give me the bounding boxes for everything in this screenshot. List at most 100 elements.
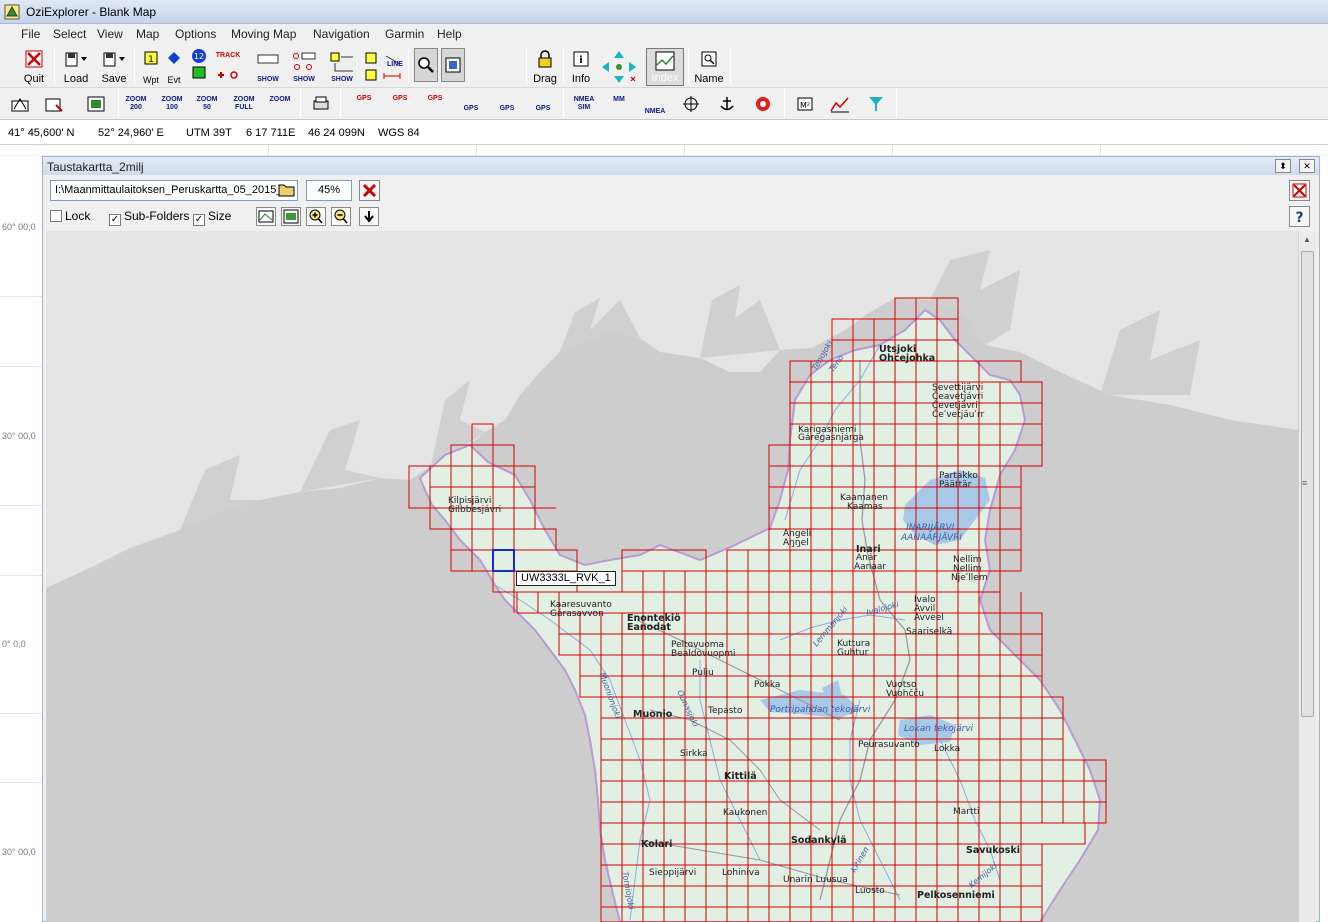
crosshair-icon[interactable] — [682, 95, 700, 113]
waypoint-icon: 1 — [144, 51, 158, 65]
place-label: Luosto — [855, 886, 885, 896]
place-label: Lohiniva — [722, 868, 760, 878]
map-image-icon[interactable] — [86, 95, 106, 113]
place-label: Avveel — [914, 613, 944, 623]
menu-bar: File Select View Map Options Moving Map … — [0, 24, 1328, 44]
utm-zone-readout: UTM 39T — [186, 127, 232, 139]
waypoint-button[interactable]: 1 Wpt — [140, 48, 162, 86]
zoom-in-tool-button[interactable] — [414, 48, 438, 82]
size-checkbox[interactable]: ✓ Size — [193, 209, 231, 226]
name-button[interactable]: Name — [692, 48, 726, 86]
secondary-toolbar: ZOOM 200 ZOOM 100 ZOOM 50 ZOOM FULL ZOOM… — [0, 88, 1328, 120]
save-button[interactable]: Save — [98, 48, 130, 86]
place-label: Savukoski — [966, 845, 1021, 856]
map-index-icon — [655, 51, 675, 71]
zoom-full-button[interactable]: ZOOM FULL — [232, 96, 256, 112]
subfolders-checkbox[interactable]: ✓ Sub-Folders — [109, 209, 189, 226]
quit-button[interactable]: Quit — [20, 48, 48, 86]
zoom-100-button[interactable]: ZOOM 100 — [160, 96, 184, 112]
track-button[interactable]: TRACK — [212, 48, 244, 86]
show-track-button[interactable]: SHOW — [254, 48, 282, 86]
gps-download-route-button[interactable]: GPS — [495, 105, 519, 113]
map-edit-icon[interactable] — [10, 95, 30, 113]
lock-checkbox[interactable]: Lock — [50, 209, 90, 223]
place-label: Gáregasnjárga — [798, 433, 864, 443]
index-zoom-in-button[interactable] — [306, 207, 326, 226]
help-icon[interactable]: ? — [1289, 206, 1310, 227]
menu-view[interactable]: View — [97, 27, 123, 41]
map-vertical-scrollbar[interactable]: ▲ ≡ — [1298, 231, 1316, 922]
map-overview-button[interactable] — [441, 48, 465, 82]
index-down-button[interactable] — [359, 207, 379, 226]
index-zoom-out-button[interactable] — [331, 207, 351, 226]
place-label: Čeʹvetjäuʹrr — [932, 410, 985, 420]
svg-text:12: 12 — [194, 52, 204, 61]
route-button[interactable]: 12 — [188, 48, 210, 86]
place-label: Pelkosenniemi — [917, 890, 995, 901]
anchor-icon[interactable] — [718, 95, 736, 113]
restore-button[interactable]: ⬍ — [1275, 159, 1291, 173]
svg-text:M²: M² — [800, 101, 810, 110]
gps-download-track-button[interactable]: GPS — [531, 105, 555, 113]
map-window-icon — [445, 57, 461, 73]
nmea-sim-button[interactable]: NMEA SIM — [571, 96, 597, 112]
place-label: Pulju — [692, 668, 714, 678]
drag-button[interactable]: Drag — [530, 48, 560, 86]
zoom-50-button[interactable]: ZOOM 50 — [195, 96, 219, 112]
folder-open-icon[interactable] — [278, 182, 296, 198]
check-icon[interactable]: ✓ — [109, 214, 121, 226]
close-window-button[interactable]: ✕ — [1299, 159, 1315, 173]
gps-upload-track-button[interactable]: GPS — [423, 95, 447, 103]
map-image-button[interactable] — [281, 207, 301, 226]
load-button[interactable]: Load — [60, 48, 92, 86]
lock-checkbox-box[interactable] — [50, 210, 62, 222]
menu-file[interactable]: File — [21, 27, 40, 41]
menu-garmin[interactable]: Garmin — [385, 27, 424, 41]
zoom-200-button[interactable]: ZOOM 200 — [124, 96, 148, 112]
lake-label: Porttipahdan tekojärvi — [770, 705, 871, 715]
map-calibrate-icon[interactable] — [44, 95, 64, 113]
lifebuoy-icon[interactable] — [754, 95, 772, 113]
line-tools-button[interactable]: LINE — [362, 48, 406, 86]
moving-map-button[interactable]: MM — [607, 96, 631, 104]
nmea-button[interactable]: NMEA — [642, 108, 668, 116]
name-search-icon — [701, 51, 717, 67]
gps-upload-button[interactable]: GPS — [352, 95, 376, 103]
menu-map[interactable]: Map — [136, 27, 159, 41]
place-label: Martti — [953, 807, 980, 817]
gps-download-button[interactable]: GPS — [459, 105, 483, 113]
grid-latitude-label: 60° 00,0 — [2, 222, 36, 232]
scroll-up-icon[interactable]: ▲ — [1303, 235, 1311, 244]
open-map-button[interactable] — [256, 207, 276, 226]
filter-icon[interactable] — [868, 95, 884, 113]
pan-arrows-button[interactable] — [599, 48, 639, 86]
place-label: Sieppijärvi — [649, 868, 697, 878]
print-icon[interactable] — [312, 95, 330, 113]
profile-graph-icon[interactable] — [830, 95, 850, 113]
grid-latitude-label: 0° 0,0 — [2, 639, 26, 649]
index-button[interactable]: Index — [646, 48, 684, 86]
zoom-percent-field[interactable]: 45% — [306, 180, 352, 201]
map-index-view[interactable]: Utsjoki Ohcejohka Sevettijärvi Čeavetjáv… — [46, 231, 1298, 922]
event-button[interactable]: Evt — [163, 48, 185, 86]
info-button[interactable]: i Info — [566, 48, 596, 86]
map-folder-path-field[interactable]: I:\Maanmittaulaitoksen_Peruskartta_05_20… — [50, 180, 298, 201]
area-icon[interactable]: M² — [796, 95, 814, 113]
track-line-icon — [257, 54, 279, 64]
place-label: Ohcejohka — [879, 353, 936, 364]
menu-help[interactable]: Help — [437, 27, 462, 41]
place-label: Gárasavvon — [550, 609, 604, 619]
menu-moving-map[interactable]: Moving Map — [231, 27, 296, 41]
close-index-icon[interactable] — [359, 180, 380, 201]
menu-navigation[interactable]: Navigation — [313, 27, 370, 41]
menu-options[interactable]: Options — [175, 27, 216, 41]
zoom-rect-button[interactable]: ZOOM — [268, 96, 292, 104]
show-waypoints-button[interactable]: SHOW — [328, 48, 356, 86]
show-points-button[interactable]: SHOW — [290, 48, 318, 86]
exit-icon[interactable] — [1289, 180, 1310, 201]
place-label: Pokka — [754, 680, 781, 690]
check-icon[interactable]: ✓ — [193, 214, 205, 226]
pan-icon — [602, 51, 636, 83]
menu-select[interactable]: Select — [53, 27, 86, 41]
gps-upload-route-button[interactable]: GPS — [388, 95, 412, 103]
